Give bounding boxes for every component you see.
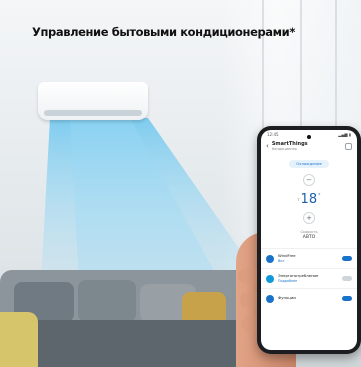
windfree-icon bbox=[266, 254, 274, 263]
cushion bbox=[78, 280, 136, 322]
camera-icon bbox=[307, 135, 311, 139]
app-subtitle: Кондиционер bbox=[271, 146, 297, 151]
status-time: 12:45 bbox=[267, 131, 279, 137]
settings-list: WindFree Вкл Энергопотребление Подробнее bbox=[261, 248, 357, 308]
list-item[interactable]: WindFree Вкл bbox=[261, 248, 357, 268]
functions-icon bbox=[266, 294, 274, 303]
list-item-status: Подробнее bbox=[278, 278, 298, 283]
temperature-display: Т 18 ° bbox=[261, 190, 357, 206]
photo-scene: Управление бытовыми кондиционерами* 12:4… bbox=[0, 0, 361, 367]
list-item-title: Функции bbox=[278, 295, 296, 301]
signal-battery-icon: ▂▄▆ ▮ bbox=[338, 131, 351, 137]
toggle-switch[interactable] bbox=[342, 296, 352, 301]
more-options-icon[interactable] bbox=[345, 142, 352, 150]
list-item[interactable]: Функции bbox=[261, 288, 357, 308]
mode-button[interactable]: Охлаждение bbox=[289, 160, 329, 168]
fan-speed-label: Скорость bbox=[300, 230, 318, 234]
temp-down-button[interactable]: − bbox=[303, 174, 315, 186]
app-header: ‹ SmartThings Кондиционер bbox=[261, 138, 357, 154]
fan-speed-value[interactable]: АВТО bbox=[261, 235, 357, 240]
temperature-value: 18 bbox=[300, 192, 318, 207]
throw-blanket bbox=[0, 312, 38, 367]
toggle-switch[interactable] bbox=[342, 256, 352, 261]
list-item-status: Вкл bbox=[278, 258, 285, 263]
back-arrow-icon[interactable]: ‹ bbox=[266, 142, 269, 150]
air-conditioner-unit bbox=[38, 82, 148, 120]
list-item[interactable]: Энергопотребление Подробнее bbox=[261, 268, 357, 288]
temp-label: Т bbox=[297, 198, 300, 202]
energy-icon bbox=[266, 274, 274, 283]
phone-screen: 12:45 ▂▄▆ ▮ ‹ SmartThings Кондиционер Ох… bbox=[261, 130, 357, 350]
smartphone: 12:45 ▂▄▆ ▮ ‹ SmartThings Кондиционер Ох… bbox=[257, 126, 361, 354]
temp-up-button[interactable]: + bbox=[303, 212, 315, 224]
sofa-seat bbox=[0, 320, 260, 367]
toggle-switch[interactable] bbox=[342, 276, 352, 281]
headline: Управление бытовыми кондиционерами* bbox=[32, 25, 295, 39]
temperature-unit: ° bbox=[318, 193, 321, 199]
ac-vent bbox=[44, 110, 142, 116]
